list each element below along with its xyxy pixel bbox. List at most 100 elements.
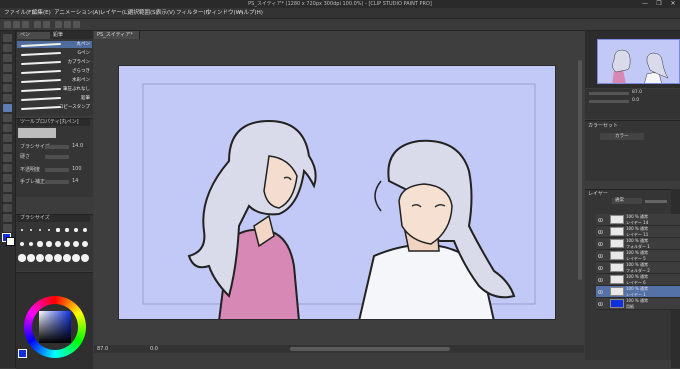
clear-icon[interactable]	[55, 21, 62, 28]
gradient-tool-icon[interactable]	[3, 184, 12, 192]
current-color-swatch[interactable]	[18, 349, 27, 358]
move-tool-icon[interactable]	[3, 44, 12, 52]
tab-pen[interactable]: ペン	[17, 32, 50, 39]
brush-item[interactable]: コピースタンプ	[17, 104, 92, 111]
menu-edit[interactable]: 編集(E)	[32, 8, 51, 18]
brush-size-dot[interactable]	[47, 228, 51, 232]
settings-icon[interactable]	[73, 21, 80, 28]
brush-item[interactable]: 水彩ペン	[17, 77, 92, 84]
vertical-scrollbar[interactable]	[578, 60, 582, 280]
brush-size-dot[interactable]	[63, 240, 71, 248]
brush-size-dot[interactable]	[45, 254, 53, 262]
hardness-slider[interactable]	[45, 155, 69, 159]
layer-row[interactable]: 100 % 通常 レイヤー 11	[596, 226, 680, 238]
save-icon[interactable]	[22, 21, 29, 28]
layer-move-tool-icon[interactable]	[3, 64, 12, 72]
minimize-button[interactable]: —	[638, 0, 652, 8]
pencil-tool-icon[interactable]	[3, 114, 12, 122]
operation-tool-icon[interactable]	[3, 54, 12, 62]
menu-selection[interactable]: 選択範囲(S)	[128, 8, 158, 18]
sub-color-swatch[interactable]	[6, 237, 15, 246]
decoration-tool-icon[interactable]	[3, 144, 12, 152]
new-file-icon[interactable]	[4, 21, 11, 28]
stabilization-slider[interactable]	[45, 180, 69, 184]
eye-icon[interactable]	[597, 265, 604, 270]
zoom-slider[interactable]	[589, 92, 629, 95]
zoom-tool-icon[interactable]	[3, 34, 12, 42]
eraser-tool-icon[interactable]	[3, 154, 12, 162]
brush-size-dot[interactable]	[81, 240, 89, 248]
eye-icon[interactable]	[597, 289, 604, 294]
eye-icon[interactable]	[597, 277, 604, 282]
brush-size-dot[interactable]	[21, 229, 23, 231]
layer-row[interactable]: 100 % 通常 フォルダー 1	[596, 238, 680, 250]
colorset-dropdown[interactable]: カラー	[600, 133, 644, 140]
layer-row[interactable]: 100 % 通常 レイヤー 14	[596, 214, 680, 226]
document-tab[interactable]: PS_スイティア*	[94, 31, 140, 39]
opacity-slider[interactable]	[45, 168, 69, 172]
menu-filter[interactable]: フィルター(I)	[176, 8, 209, 18]
maximize-button[interactable]: ❐	[652, 0, 666, 8]
frame-tool-icon[interactable]	[3, 204, 12, 212]
select-tool-icon[interactable]	[3, 74, 12, 82]
pen-tool-icon[interactable]	[3, 104, 12, 112]
brush-item[interactable]: 丸ペン	[17, 41, 92, 48]
eye-icon[interactable]	[597, 229, 604, 234]
brush-size-dot[interactable]	[18, 254, 26, 262]
airbrush-tool-icon[interactable]	[3, 134, 12, 142]
layer-row[interactable]: 100 % 通常 用紙	[596, 298, 680, 310]
figure-tool-icon[interactable]	[3, 194, 12, 202]
property-value[interactable]: 14.0	[72, 143, 83, 149]
property-value[interactable]: 14	[72, 178, 78, 184]
close-button[interactable]: ✕	[666, 0, 680, 8]
menu-view[interactable]: 表示(V)	[156, 8, 175, 18]
navigator-preview[interactable]	[597, 39, 680, 84]
brush-size-dot[interactable]	[72, 240, 80, 248]
eye-icon[interactable]	[597, 253, 604, 258]
brush-size-dot[interactable]	[74, 228, 78, 232]
brush-size-slider[interactable]	[45, 145, 69, 149]
menu-help[interactable]: ヘルプ(H)	[238, 8, 263, 18]
eye-icon[interactable]	[597, 241, 604, 246]
layer-row[interactable]: 100 % 通常 レイヤー 6	[596, 274, 680, 286]
property-value[interactable]: 100	[72, 166, 82, 172]
brush-size-dot[interactable]	[19, 241, 25, 247]
eye-icon[interactable]	[597, 301, 604, 306]
nav-zoom-value[interactable]: 87.0	[632, 90, 642, 95]
drawing-canvas[interactable]	[118, 65, 556, 320]
status-zoom[interactable]: 87.0	[97, 346, 108, 352]
layer-row[interactable]: 100 % 通常 フォルダー 2	[596, 262, 680, 274]
fill-tool-icon[interactable]	[3, 174, 12, 182]
status-angle[interactable]: 0.0	[150, 346, 158, 352]
brush-size-dot[interactable]	[38, 228, 42, 232]
layer-opacity-slider[interactable]	[645, 200, 667, 203]
horizontal-scrollbar[interactable]	[290, 347, 450, 351]
menu-file[interactable]: ファイル(F)	[4, 8, 33, 18]
layer-row[interactable]: 100 % 通常 レイヤー 1	[596, 286, 680, 298]
menu-layer[interactable]: レイヤー(L)	[100, 8, 129, 18]
brush-size-dot[interactable]	[81, 254, 89, 262]
brush-size-dot[interactable]	[36, 254, 44, 262]
auto-select-tool-icon[interactable]	[3, 84, 12, 92]
brush-size-dot[interactable]	[56, 228, 60, 232]
brush-size-dot[interactable]	[72, 254, 80, 262]
text-tool-icon[interactable]	[3, 224, 12, 232]
brush-size-dot[interactable]	[54, 254, 62, 262]
layer-row[interactable]: 100 % 通常 レイヤー 5	[596, 250, 680, 262]
brush-size-dot[interactable]	[27, 254, 35, 262]
brush-tool-icon[interactable]	[3, 124, 12, 132]
saturation-value-square[interactable]	[39, 311, 71, 343]
tab-pencil[interactable]: 鉛筆	[50, 32, 83, 39]
open-file-icon[interactable]	[13, 21, 20, 28]
brush-item[interactable]: カブラペン	[17, 59, 92, 66]
rotate-slider[interactable]	[589, 100, 629, 103]
brush-item[interactable]: Gペン	[17, 50, 92, 57]
brush-size-dot[interactable]	[63, 254, 71, 262]
brush-size-dot[interactable]	[55, 241, 61, 247]
transform-icon[interactable]	[64, 21, 71, 28]
blend-tool-icon[interactable]	[3, 164, 12, 172]
brush-size-dot[interactable]	[29, 228, 33, 232]
undo-icon[interactable]	[34, 21, 41, 28]
brush-size-dot[interactable]	[82, 227, 88, 233]
brush-item[interactable]: 鉛筆	[17, 95, 92, 102]
